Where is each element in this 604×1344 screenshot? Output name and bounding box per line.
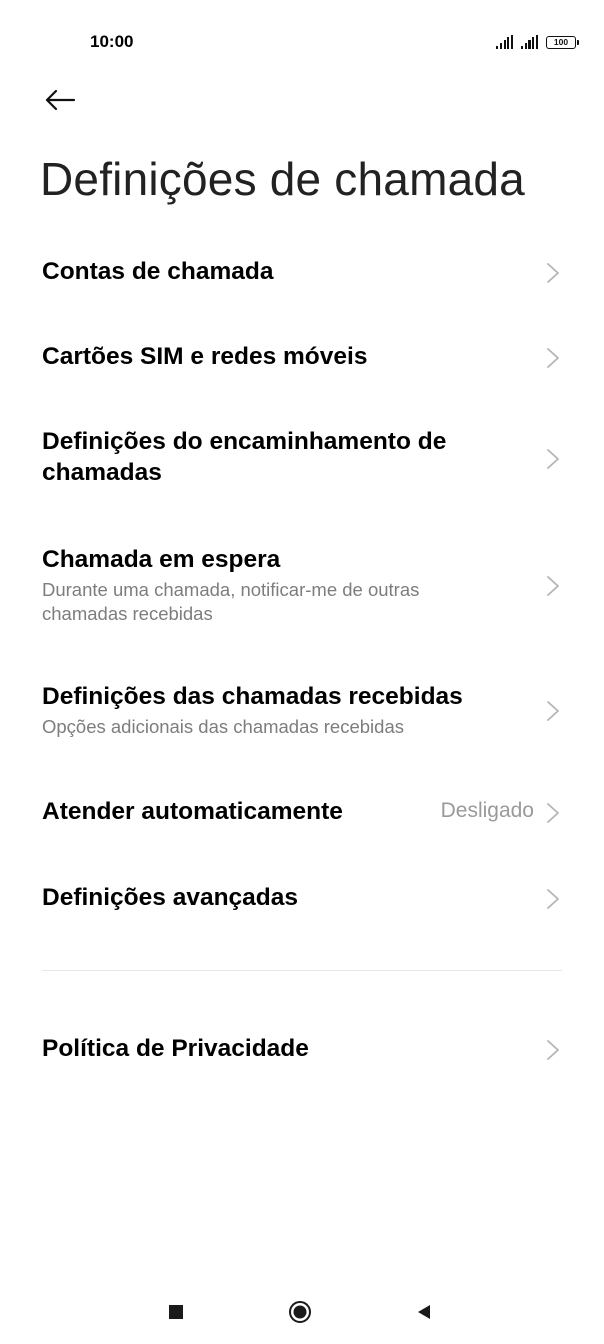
setting-label: Definições do encaminhamento de chamadas <box>42 428 447 486</box>
circle-icon <box>289 1301 311 1323</box>
setting-call-forwarding[interactable]: Definições do encaminhamento de chamadas <box>0 426 604 492</box>
setting-sim-cards[interactable]: Cartões SIM e redes móveis <box>0 339 604 379</box>
triangle-back-icon <box>418 1305 430 1319</box>
setting-value: Desligado <box>440 799 534 822</box>
square-icon <box>169 1305 183 1319</box>
nav-back-button[interactable] <box>407 1295 441 1329</box>
status-icons: 100 <box>496 33 579 49</box>
setting-call-waiting[interactable]: Chamada em espera Durante uma chamada, n… <box>0 544 604 630</box>
chevron-right-icon <box>547 1040 559 1060</box>
status-bar: 10:00 100 <box>0 0 604 86</box>
chevron-right-icon <box>547 263 559 283</box>
setting-label: Definições avançadas <box>42 884 299 911</box>
recents-button[interactable] <box>159 1295 193 1329</box>
home-button[interactable] <box>283 1295 317 1329</box>
setting-advanced[interactable]: Definições avançadas <box>0 880 604 920</box>
setting-privacy-policy[interactable]: Política de Privacidade <box>0 1031 604 1071</box>
chevron-right-icon <box>547 449 559 469</box>
setting-auto-answer[interactable]: Atender automaticamente Desligado <box>0 794 604 834</box>
section-divider <box>42 970 562 971</box>
setting-label: Política de Privacidade <box>42 1035 309 1062</box>
setting-label: Definições das chamadas recebidas <box>42 683 463 710</box>
navigation-bar <box>0 1280 604 1344</box>
setting-summary: Durante uma chamada, notificar-me de out… <box>42 579 420 624</box>
battery-level: 100 <box>553 37 569 48</box>
chevron-right-icon <box>547 889 559 909</box>
signal-icon <box>496 35 514 49</box>
back-arrow-icon <box>45 89 76 111</box>
chevron-right-icon <box>547 348 559 368</box>
setting-label: Atender automaticamente <box>42 798 343 825</box>
battery-icon: 100 <box>546 36 579 49</box>
chevron-right-icon <box>547 701 559 721</box>
setting-call-accounts[interactable]: Contas de chamada <box>0 254 604 294</box>
chevron-right-icon <box>547 803 559 823</box>
back-button[interactable] <box>40 82 80 118</box>
status-time: 10:00 <box>90 32 134 51</box>
setting-incoming-calls[interactable]: Definições das chamadas recebidas Opções… <box>0 681 604 743</box>
setting-label: Contas de chamada <box>42 258 274 285</box>
signal-icon <box>521 35 538 49</box>
setting-summary: Opções adicionais das chamadas recebidas <box>42 716 404 737</box>
chevron-right-icon <box>547 576 559 596</box>
page-title: Definições de chamada <box>40 153 525 205</box>
setting-label: Chamada em espera <box>42 546 281 573</box>
setting-label: Cartões SIM e redes móveis <box>42 343 368 370</box>
